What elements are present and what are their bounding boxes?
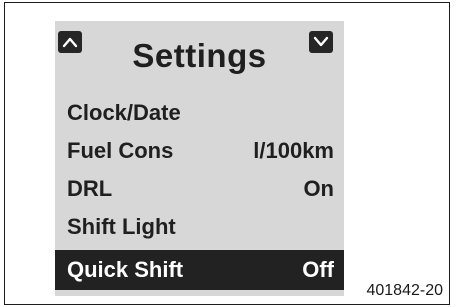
menu-item-drl[interactable]: DRL On — [55, 170, 344, 208]
menu-item-label: Clock/Date — [67, 100, 181, 125]
menu-item-value: On — [303, 176, 334, 201]
menu-item-fuel-cons[interactable]: Fuel Cons l/100km — [55, 132, 344, 170]
menu-item-clock-date[interactable]: Clock/Date — [55, 94, 344, 132]
menu-item-value: l/100km — [253, 138, 334, 163]
menu-item-shift-light[interactable]: Shift Light — [55, 208, 344, 246]
menu-item-label: Fuel Cons — [67, 138, 174, 163]
figure-frame: Settings Clock/Date Fuel Cons l/100km DR… — [4, 2, 450, 305]
menu-item-label: Quick Shift — [67, 257, 184, 282]
menu-title: Settings — [132, 37, 267, 74]
menu-item-label: DRL — [67, 176, 113, 201]
settings-menu: Clock/Date Fuel Cons l/100km DRL On Shif… — [55, 94, 344, 290]
figure-id-label: 401842-20 — [366, 282, 443, 299]
menu-item-label: Shift Light — [67, 214, 176, 239]
menu-item-value: Off — [302, 257, 334, 282]
menu-item-quick-shift[interactable]: Quick Shift Off — [55, 250, 344, 290]
dashboard-display: Settings Clock/Date Fuel Cons l/100km DR… — [55, 21, 344, 296]
